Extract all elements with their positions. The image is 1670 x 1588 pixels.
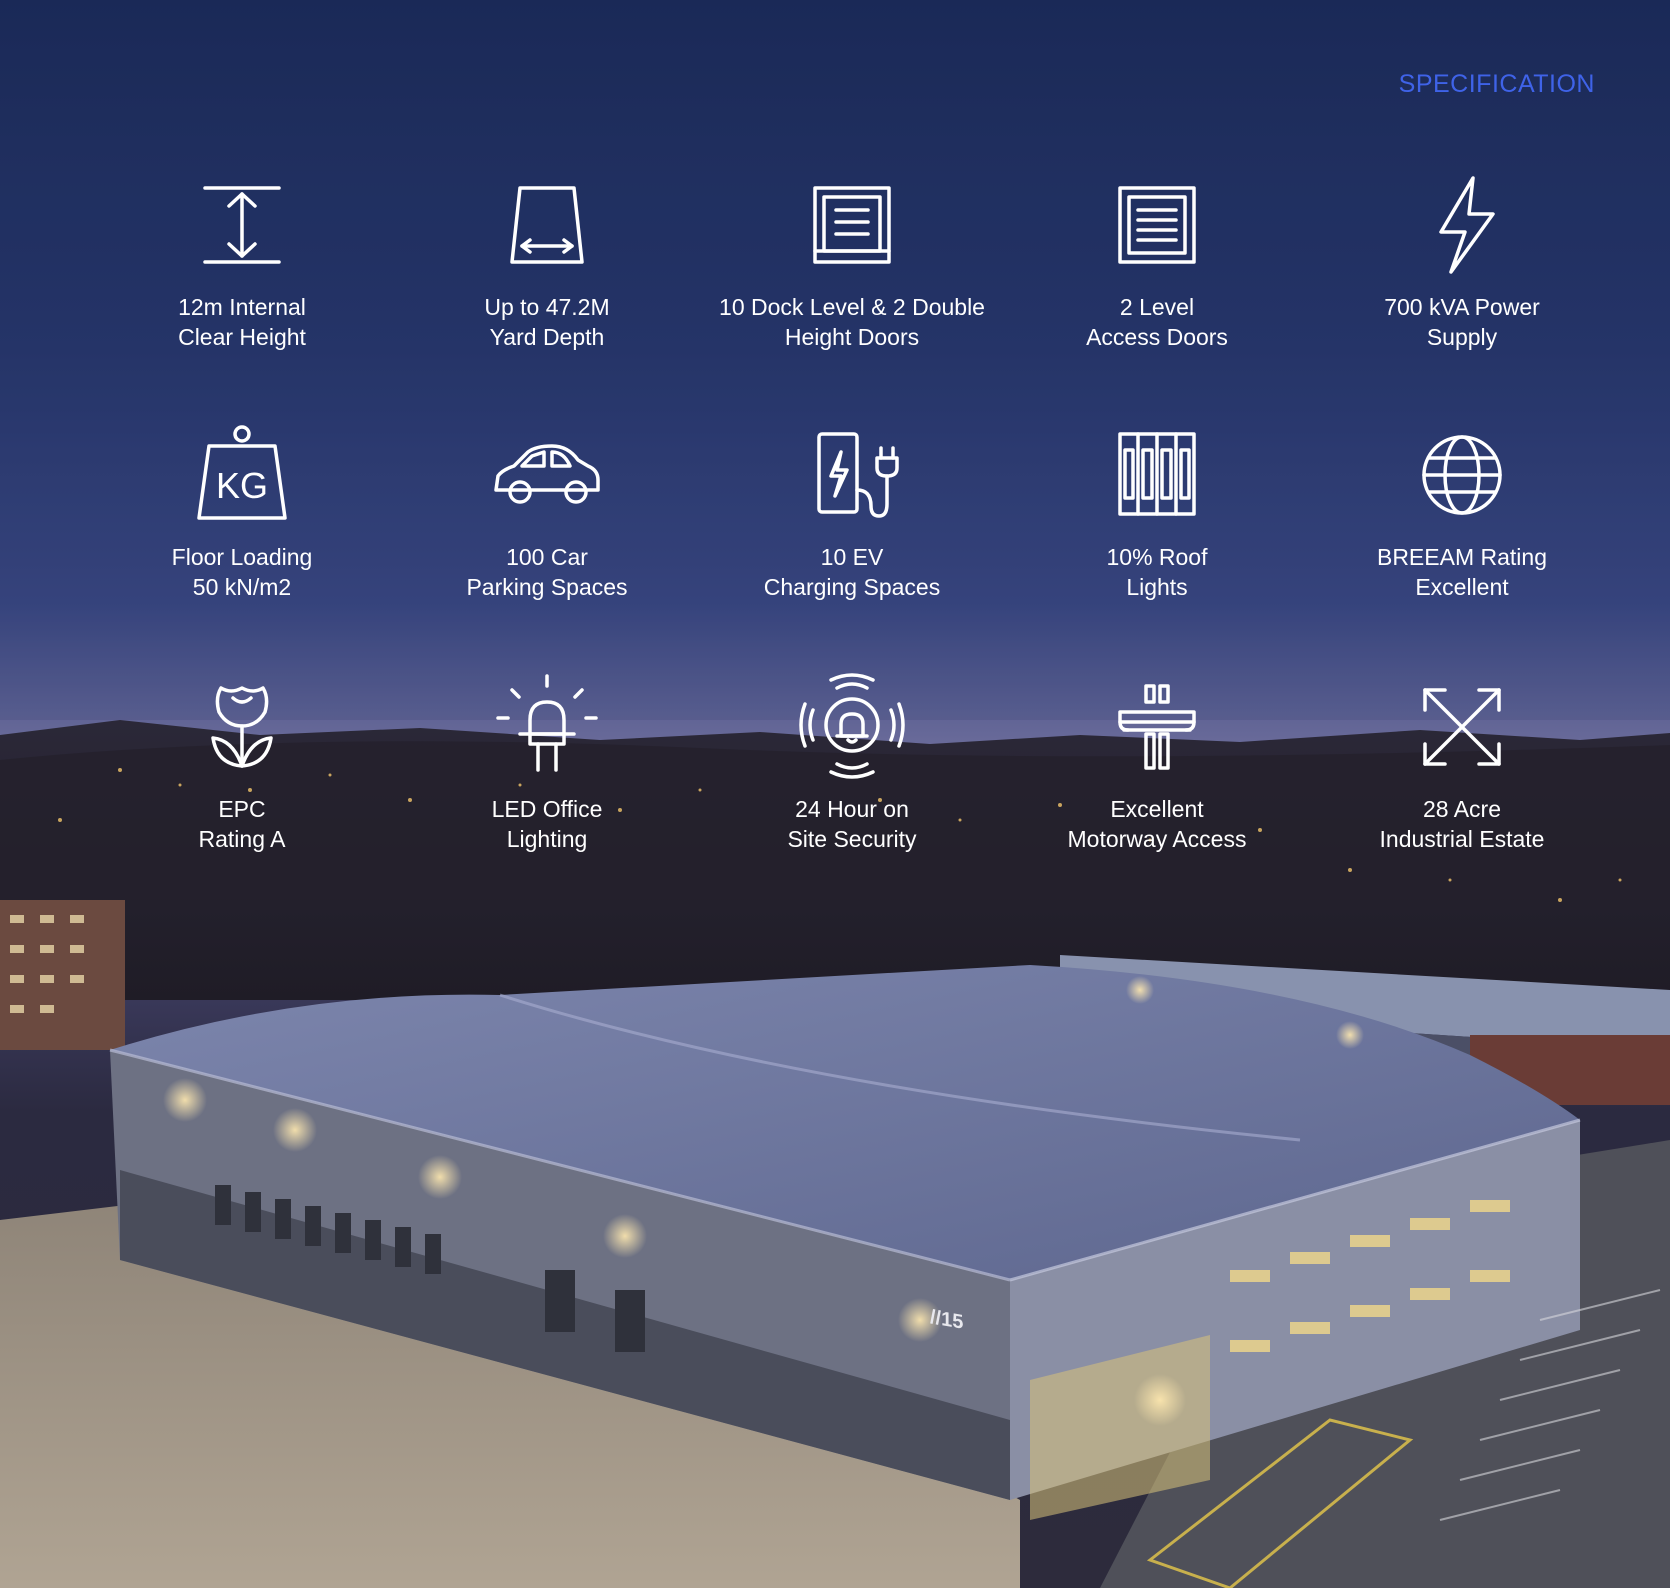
feature-car-parking: 100 Car Parking Spaces [397, 420, 697, 602]
feature-label-line2: Clear Height [178, 324, 306, 350]
feature-dock-doors: 10 Dock Level & 2 Double Height Doors [702, 170, 1002, 352]
section-title: SPECIFICATION [1398, 70, 1595, 98]
feature-label-line2: Parking Spaces [466, 574, 628, 600]
lightning-icon [1407, 170, 1517, 280]
feature-label-line2: Charging Spaces [763, 574, 941, 600]
feature-label-line2: Lighting [506, 826, 588, 852]
feature-label-line1: 10% Roof [1106, 544, 1208, 570]
kg-weight-icon: KG [187, 420, 297, 530]
feature-label-line2: Height Doors [784, 324, 920, 350]
feature-yard-depth: Up to 47.2M Yard Depth [397, 170, 697, 352]
feature-label-line1: 100 Car [506, 544, 588, 570]
feature-breeam: BREEAM Rating Excellent [1312, 420, 1612, 602]
unit-number-sign: //15 [930, 1306, 963, 1334]
ev-charger-icon [797, 420, 907, 530]
globe-icon [1407, 420, 1517, 530]
feature-label-line1: Up to 47.2M [484, 294, 610, 320]
feature-label-line2: Supply [1426, 324, 1498, 350]
flower-icon [187, 672, 297, 782]
feature-ev-charging: 10 EV Charging Spaces [702, 420, 1002, 602]
feature-label-line2: Excellent [1415, 574, 1509, 600]
feature-label-line2: Lights [1126, 574, 1188, 600]
feature-label-line2: Site Security [787, 826, 917, 852]
feature-label-line1: Floor Loading [171, 544, 313, 570]
roof-lights-icon [1102, 420, 1212, 530]
feature-clear-height: 12m Internal Clear Height [92, 170, 392, 352]
feature-label-line1: 10 Dock Level & 2 Double [719, 294, 985, 320]
feature-label-line2: Rating A [198, 826, 286, 852]
feature-label-line1: 24 Hour on [795, 796, 909, 822]
feature-motorway-access: Excellent Motorway Access [1007, 672, 1307, 854]
alarm-bell-icon [797, 672, 907, 782]
feature-label-line1: EPC [218, 796, 266, 822]
feature-power-supply: 700 kVA Power Supply [1312, 170, 1612, 352]
feature-label-line2: Motorway Access [1067, 826, 1247, 852]
feature-industrial-estate: 28 Acre Industrial Estate [1312, 672, 1612, 854]
feature-label-line1: 28 Acre [1423, 796, 1501, 822]
led-bulb-icon [492, 672, 602, 782]
specification-page: SPECIFICATION 12m Internal Clear Height … [0, 0, 1670, 1588]
feature-label-line2: Access Doors [1086, 324, 1228, 350]
expand-arrows-icon [1407, 672, 1517, 782]
feature-label-line1: 2 Level [1119, 294, 1195, 320]
feature-led-lighting: LED Office Lighting [397, 672, 697, 854]
feature-floor-loading: KG Floor Loading 50 kN/m2 [92, 420, 392, 602]
car-icon [492, 420, 602, 530]
feature-label-line2: Yard Depth [489, 324, 605, 350]
feature-label-line2: 50 kN/m2 [192, 574, 292, 600]
feature-label-line1: 12m Internal [178, 294, 306, 320]
feature-label-line1: 700 kVA Power [1384, 294, 1540, 320]
feature-label-line1: 10 EV [820, 544, 884, 570]
feature-epc-rating: EPC Rating A [92, 672, 392, 854]
feature-label-line2: Industrial Estate [1379, 826, 1545, 852]
unit-number: //15 [930, 1306, 963, 1334]
svg-text:KG: KG [216, 465, 268, 506]
dock-door-icon [797, 170, 907, 280]
level-access-door-icon [1102, 170, 1212, 280]
feature-roof-lights: 10% Roof Lights [1007, 420, 1307, 602]
clear-height-icon [187, 170, 297, 280]
motorway-icon [1102, 672, 1212, 782]
feature-label-line1: LED Office [491, 796, 603, 822]
feature-label-line1: BREEAM Rating [1376, 544, 1547, 570]
feature-label-line1: Excellent [1110, 796, 1204, 822]
feature-site-security: 24 Hour on Site Security [702, 672, 1002, 854]
feature-level-access-doors: 2 Level Access Doors [1007, 170, 1307, 352]
yard-depth-icon [492, 170, 602, 280]
